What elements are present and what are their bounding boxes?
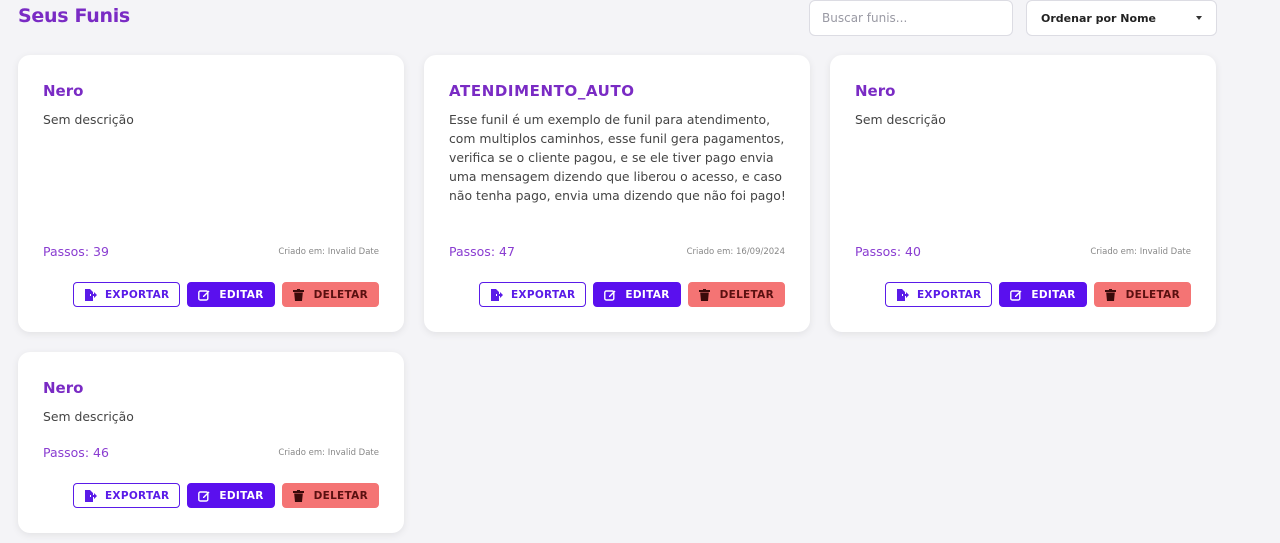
funnel-steps: Passos: 46 xyxy=(43,445,109,460)
funnel-card: Nero Sem descrição Passos: 40 Criado em:… xyxy=(830,55,1216,332)
funnel-description: Esse funil é um exemplo de funil para at… xyxy=(449,112,786,203)
edit-label: EDITAR xyxy=(1031,288,1076,301)
edit-icon xyxy=(198,490,211,502)
edit-icon xyxy=(1010,289,1023,301)
funnel-description: Sem descrição xyxy=(43,409,134,424)
funnel-card: Nero Sem descrição Passos: 46 Criado em:… xyxy=(18,352,404,533)
edit-label: EDITAR xyxy=(219,288,264,301)
export-button[interactable]: EXPORTAR xyxy=(884,282,993,307)
delete-button[interactable]: DELETAR xyxy=(281,483,379,508)
export-label: EXPORTAR xyxy=(916,288,982,301)
export-label: EXPORTAR xyxy=(104,489,170,502)
delete-button[interactable]: DELETAR xyxy=(281,282,379,307)
edit-label: EDITAR xyxy=(219,489,264,502)
sort-select[interactable]: Ordenar por Nome xyxy=(1026,0,1217,36)
delete-button[interactable]: DELETAR xyxy=(1093,282,1191,307)
funnel-created-date: Criado em: Invalid Date xyxy=(1090,247,1191,257)
page-title: Seus Funis xyxy=(18,5,130,27)
funnel-name: Nero xyxy=(43,379,84,397)
search-input[interactable] xyxy=(809,0,1013,36)
funnel-card: ATENDIMENTO_AUTO Esse funil é um exemplo… xyxy=(424,55,810,332)
edit-button[interactable]: EDITAR xyxy=(187,282,275,307)
edit-button[interactable]: EDITAR xyxy=(187,483,275,508)
edit-label: EDITAR xyxy=(625,288,670,301)
export-icon xyxy=(84,489,97,502)
delete-button[interactable]: DELETAR xyxy=(687,282,785,307)
delete-label: DELETAR xyxy=(719,288,774,301)
export-label: EXPORTAR xyxy=(510,288,576,301)
delete-label: DELETAR xyxy=(313,489,368,502)
sort-label: Ordenar por Nome xyxy=(1041,11,1156,25)
funnel-card: Nero Sem descrição Passos: 39 Criado em:… xyxy=(18,55,404,332)
trash-icon xyxy=(292,288,306,301)
edit-icon xyxy=(198,289,211,301)
funnel-created-date: Criado em: Invalid Date xyxy=(278,448,379,458)
funnel-name: Nero xyxy=(855,82,896,100)
trash-icon xyxy=(698,288,712,301)
funnel-steps: Passos: 39 xyxy=(43,244,109,259)
delete-label: DELETAR xyxy=(1125,288,1180,301)
trash-icon xyxy=(292,489,306,502)
export-button[interactable]: EXPORTAR xyxy=(72,282,181,307)
export-icon xyxy=(896,288,909,301)
trash-icon xyxy=(1104,288,1118,301)
funnel-steps: Passos: 47 xyxy=(449,244,515,259)
funnel-steps: Passos: 40 xyxy=(855,244,921,259)
export-button[interactable]: EXPORTAR xyxy=(72,483,181,508)
funnel-created-date: Criado em: Invalid Date xyxy=(278,247,379,257)
edit-button[interactable]: EDITAR xyxy=(999,282,1087,307)
funnel-name: Nero xyxy=(43,82,84,100)
edit-button[interactable]: EDITAR xyxy=(593,282,681,307)
export-label: EXPORTAR xyxy=(104,288,170,301)
funnel-created-date: Criado em: 16/09/2024 xyxy=(686,247,785,257)
chevron-down-icon xyxy=(1196,16,1202,20)
edit-icon xyxy=(604,289,617,301)
funnel-name: ATENDIMENTO_AUTO xyxy=(449,82,635,100)
funnel-description: Sem descrição xyxy=(43,112,134,127)
funnel-description: Sem descrição xyxy=(855,112,946,127)
export-icon xyxy=(490,288,503,301)
export-icon xyxy=(84,288,97,301)
export-button[interactable]: EXPORTAR xyxy=(478,282,587,307)
delete-label: DELETAR xyxy=(313,288,368,301)
